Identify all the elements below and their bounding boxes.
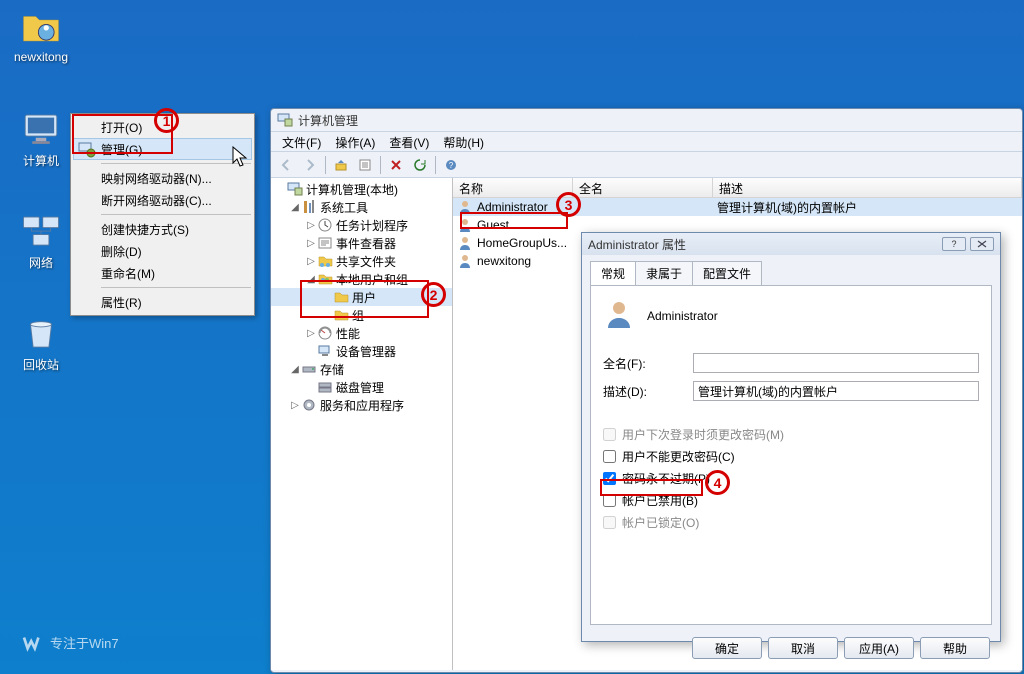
desktop-icon-label: 网络 xyxy=(10,254,72,271)
manage-icon xyxy=(78,141,96,159)
tabs: 常规 隶属于 配置文件 xyxy=(582,255,1000,285)
menu-file[interactable]: 文件(F) xyxy=(275,132,328,151)
fullname-label: 全名(F): xyxy=(603,355,693,372)
ctx-delete[interactable]: 删除(D) xyxy=(73,240,252,262)
desktop-icon-label: newxitong xyxy=(10,50,72,64)
tree-perf[interactable]: ▷性能 xyxy=(271,324,452,342)
desc-input[interactable] xyxy=(693,381,979,401)
recycle-icon xyxy=(20,312,62,354)
props-dialog: Administrator 属性 ? 常规 隶属于 配置文件 Administr… xyxy=(581,232,1001,642)
tab-profile[interactable]: 配置文件 xyxy=(692,261,762,285)
separator xyxy=(101,287,251,288)
help-button[interactable]: 帮助 xyxy=(920,637,990,659)
forward-button[interactable] xyxy=(299,154,321,176)
user-icon xyxy=(457,235,473,251)
tab-memberof[interactable]: 隶属于 xyxy=(635,261,693,285)
chk-disabled[interactable]: 帐户已禁用(B) xyxy=(603,489,979,511)
help-button[interactable]: ? xyxy=(440,154,462,176)
tree-pane: 计算机管理(本地) ◢系统工具 ▷任务计划程序 ▷事件查看器 ▷共享文件夹 ◢本… xyxy=(271,178,453,670)
desktop-icon-computer[interactable]: 计算机 xyxy=(10,108,72,169)
apply-button[interactable]: 应用(A) xyxy=(844,637,914,659)
ok-button[interactable]: 确定 xyxy=(692,637,762,659)
tree-systools[interactable]: ◢系统工具 xyxy=(271,198,452,216)
ctx-shortcut[interactable]: 创建快捷方式(S) xyxy=(73,218,252,240)
tree-svcapp[interactable]: ▷服务和应用程序 xyxy=(271,396,452,414)
chk-locked[interactable]: 帐户已锁定(O) xyxy=(603,511,979,533)
user-icon xyxy=(457,253,473,269)
desktop-icon-label: 计算机 xyxy=(10,152,72,169)
dlg-title: Administrator 属性 xyxy=(588,236,686,253)
titlebar[interactable]: 计算机管理 xyxy=(271,109,1022,131)
user-large-icon xyxy=(603,298,635,333)
window-title: 计算机管理 xyxy=(298,112,358,129)
dlg-titlebar[interactable]: Administrator 属性 ? xyxy=(582,233,1000,255)
user-icon xyxy=(457,199,473,215)
list-row-admin[interactable]: Administrator 管理计算机(域)的内置帐户 xyxy=(453,198,1022,216)
back-button[interactable] xyxy=(275,154,297,176)
properties-button[interactable] xyxy=(354,154,376,176)
watermark: 专注于Win7 xyxy=(22,633,119,652)
app-icon xyxy=(277,112,293,128)
dialog-buttons: 确定 取消 应用(A) 帮助 xyxy=(582,633,1000,669)
tree-localusers[interactable]: ◢本地用户和组 xyxy=(271,270,452,288)
network-icon xyxy=(20,210,62,252)
tree-root[interactable]: 计算机管理(本地) xyxy=(271,180,452,198)
props-username: Administrator xyxy=(647,309,718,323)
tab-body: Administrator 全名(F): 描述(D): 用户下次登录时须更改密码… xyxy=(590,285,992,625)
tree-groups[interactable]: 组 xyxy=(271,306,452,324)
ctx-properties[interactable]: 属性(R) xyxy=(73,291,252,313)
chk-neverexpire[interactable]: 密码永不过期(P) xyxy=(603,467,979,489)
folder-icon xyxy=(20,6,62,48)
close-button[interactable] xyxy=(970,237,994,251)
ctx-rename[interactable]: 重命名(M) xyxy=(73,262,252,284)
desktop-icon-recycle[interactable]: 回收站 xyxy=(10,312,72,373)
context-menu: 打开(O) 管理(G) 映射网络驱动器(N)... 断开网络驱动器(C)... … xyxy=(70,113,255,316)
computer-icon xyxy=(20,108,62,150)
up-button[interactable] xyxy=(330,154,352,176)
tree-scheduler[interactable]: ▷任务计划程序 xyxy=(271,216,452,234)
col-name[interactable]: 名称 xyxy=(453,178,573,197)
col-fullname[interactable]: 全名 xyxy=(573,178,713,197)
separator xyxy=(101,163,251,164)
tree-storage[interactable]: ◢存储 xyxy=(271,360,452,378)
ctx-open[interactable]: 打开(O) xyxy=(73,116,252,138)
tree-diskmgr[interactable]: 磁盘管理 xyxy=(271,378,452,396)
svg-text:?: ? xyxy=(449,161,454,170)
list-header: 名称 全名 描述 xyxy=(453,178,1022,198)
menu-action[interactable]: 操作(A) xyxy=(328,132,382,151)
cancel-button[interactable]: 取消 xyxy=(768,637,838,659)
menubar: 文件(F) 操作(A) 查看(V) 帮助(H) xyxy=(271,131,1022,151)
col-desc[interactable]: 描述 xyxy=(713,178,1022,197)
delete-button[interactable] xyxy=(385,154,407,176)
tree-event[interactable]: ▷事件查看器 xyxy=(271,234,452,252)
ctx-map-drive[interactable]: 映射网络驱动器(N)... xyxy=(73,167,252,189)
chk-mustchange[interactable]: 用户下次登录时须更改密码(M) xyxy=(603,423,979,445)
menu-view[interactable]: 查看(V) xyxy=(382,132,436,151)
refresh-button[interactable] xyxy=(409,154,431,176)
help-button[interactable]: ? xyxy=(942,237,966,251)
chk-cannotchange[interactable]: 用户不能更改密码(C) xyxy=(603,445,979,467)
desc-label: 描述(D): xyxy=(603,383,693,400)
toolbar: ? xyxy=(271,151,1022,177)
tree-users[interactable]: 用户 xyxy=(271,288,452,306)
tab-general[interactable]: 常规 xyxy=(590,261,636,285)
desktop-icon-network[interactable]: 网络 xyxy=(10,210,72,271)
tree-shared[interactable]: ▷共享文件夹 xyxy=(271,252,452,270)
ctx-manage[interactable]: 管理(G) xyxy=(73,138,252,160)
tree-devmgr[interactable]: 设备管理器 xyxy=(271,342,452,360)
cursor-icon xyxy=(232,146,250,170)
user-icon xyxy=(457,217,473,233)
desktop-icon-label: 回收站 xyxy=(10,356,72,373)
ctx-disconnect-drive[interactable]: 断开网络驱动器(C)... xyxy=(73,189,252,211)
menu-help[interactable]: 帮助(H) xyxy=(436,132,491,151)
separator xyxy=(101,214,251,215)
fullname-input[interactable] xyxy=(693,353,979,373)
desktop-icon-newxitong[interactable]: newxitong xyxy=(10,6,72,64)
